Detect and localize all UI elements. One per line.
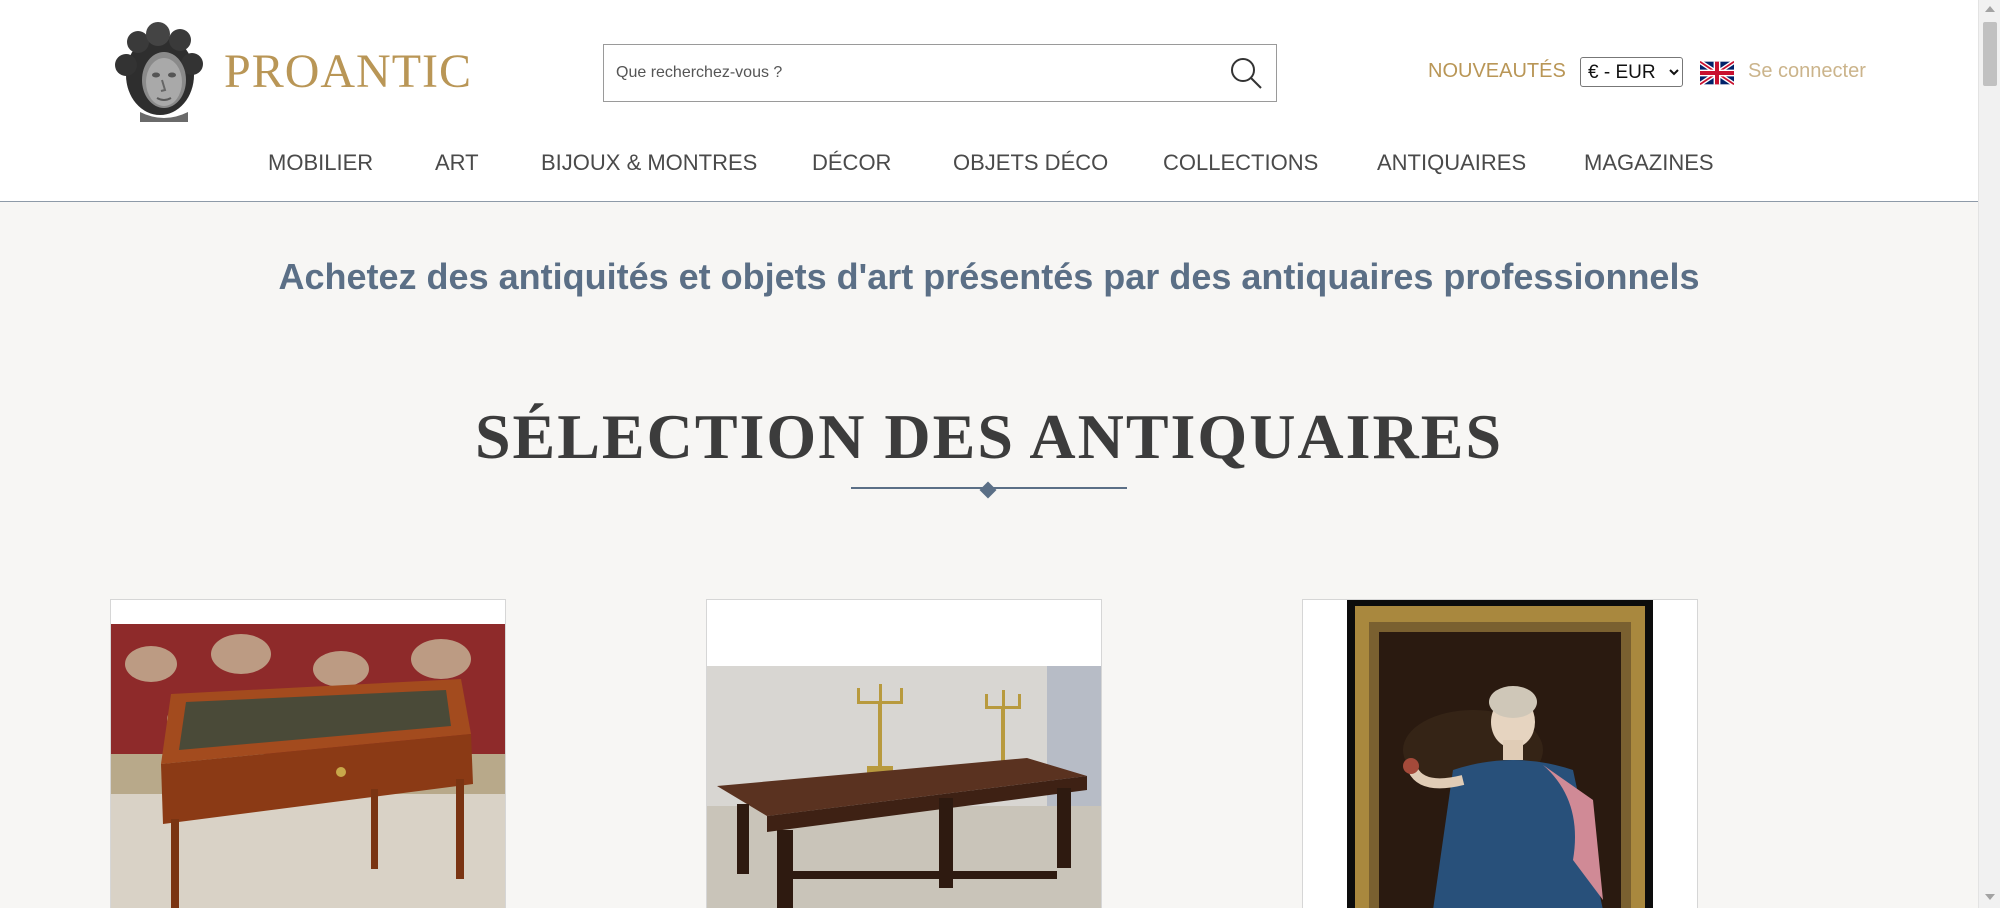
scrollbar-thumb[interactable] bbox=[1983, 22, 1997, 86]
site-header: PROANTIC NOUVEAUTÉS € - EUR bbox=[0, 0, 1978, 202]
logo-text: PROANTIC bbox=[224, 44, 473, 98]
nav-item-art[interactable]: ART bbox=[435, 150, 479, 176]
search-input[interactable] bbox=[604, 45, 1216, 101]
product-image bbox=[111, 624, 505, 908]
nav-item-mobilier[interactable]: MOBILIER bbox=[268, 150, 373, 176]
product-card[interactable] bbox=[706, 599, 1102, 908]
page-scrollbar[interactable] bbox=[1978, 0, 2000, 908]
uk-flag-icon[interactable] bbox=[1698, 59, 1736, 87]
search-icon bbox=[1231, 58, 1262, 89]
nav-item-magazines[interactable]: MAGAZINES bbox=[1584, 150, 1714, 176]
login-link[interactable]: Se connecter bbox=[1748, 60, 1866, 83]
logo-link[interactable]: PROANTIC bbox=[110, 20, 472, 122]
search-box bbox=[603, 44, 1277, 102]
search-button[interactable] bbox=[1216, 45, 1276, 101]
main-nav: MOBILIER ART BIJOUX & MONTRES DÉCOR OBJE… bbox=[0, 146, 1978, 182]
nav-item-objets-deco[interactable]: OBJETS DÉCO bbox=[953, 150, 1108, 176]
tagline: Achetez des antiquités et objets d'art p… bbox=[278, 256, 1700, 297]
product-card[interactable] bbox=[110, 599, 506, 908]
section-title: SÉLECTION DES ANTIQUAIRES bbox=[474, 401, 1504, 472]
scroll-up-icon[interactable] bbox=[1985, 6, 1995, 12]
nav-item-antiquaires[interactable]: ANTIQUAIRES bbox=[1377, 150, 1526, 176]
title-divider-ornament bbox=[979, 481, 997, 499]
currency-select[interactable]: € - EUR bbox=[1580, 57, 1683, 87]
page: PROANTIC NOUVEAUTÉS € - EUR bbox=[0, 0, 1978, 908]
nav-item-bijoux-montres[interactable]: BIJOUX & MONTRES bbox=[541, 150, 757, 176]
product-image bbox=[1303, 600, 1697, 908]
new-arrivals-link[interactable]: NOUVEAUTÉS bbox=[1428, 60, 1566, 83]
logo-bust-icon bbox=[110, 20, 208, 122]
nav-item-collections[interactable]: COLLECTIONS bbox=[1163, 150, 1318, 176]
product-image bbox=[707, 666, 1101, 908]
product-card[interactable] bbox=[1302, 599, 1698, 908]
scroll-down-icon[interactable] bbox=[1985, 894, 1995, 900]
nav-item-decor[interactable]: DÉCOR bbox=[812, 150, 891, 176]
